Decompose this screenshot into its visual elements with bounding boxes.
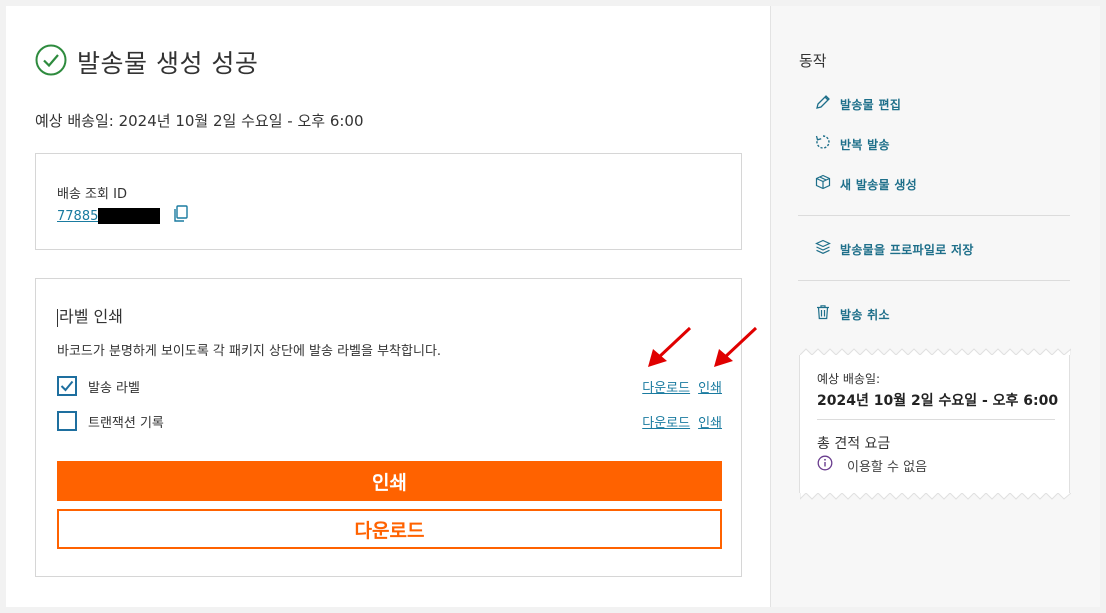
actions-sidebar: 동작 발송물 편집 반복 발송 새 발송물 생성 발송물을 프로파일로 저장 발… bbox=[771, 6, 1100, 607]
shipping-label-checkbox[interactable] bbox=[57, 376, 77, 396]
redacted-block bbox=[98, 208, 161, 224]
download-link[interactable]: 다운로드 bbox=[642, 412, 690, 431]
sidebar-title: 동작 bbox=[799, 52, 827, 70]
action-label: 발송물을 프로파일로 저장 bbox=[840, 242, 974, 257]
summary-eta-label: 예상 배송일: bbox=[817, 372, 881, 386]
receipt-edge-bottom bbox=[800, 493, 1071, 500]
action-label: 발송 취소 bbox=[840, 307, 890, 322]
doc-name: 발송 라벨 bbox=[88, 380, 140, 396]
divider bbox=[798, 215, 1070, 216]
tracking-label: 배송 조회 ID bbox=[57, 183, 127, 202]
summary-unavailable: 이용할 수 없음 bbox=[817, 455, 927, 475]
unavailable-text: 이용할 수 없음 bbox=[847, 459, 928, 475]
text-caret bbox=[57, 308, 58, 327]
annotation-arrow-icon bbox=[648, 326, 692, 367]
print-link[interactable]: 인쇄 bbox=[698, 377, 722, 396]
print-button[interactable]: 인쇄 bbox=[57, 461, 722, 501]
estimated-delivery: 예상 배송일: 2024년 10월 2일 수요일 - 오후 6:00 bbox=[35, 112, 364, 130]
tracking-row: 77885 bbox=[57, 205, 189, 227]
box-icon bbox=[815, 174, 831, 194]
repeat-shipment-action[interactable]: 반복 발송 bbox=[815, 134, 890, 154]
summary-eta-value: 2024년 10월 2일 수요일 - 오후 6:00 bbox=[817, 393, 1059, 409]
trash-icon bbox=[815, 304, 831, 324]
action-label: 새 발송물 생성 bbox=[840, 177, 917, 192]
divider bbox=[798, 280, 1070, 281]
doc-name: 트랜잭션 기록 bbox=[88, 415, 164, 431]
action-label: 발송물 편집 bbox=[840, 97, 902, 112]
info-icon bbox=[817, 455, 833, 475]
doc-links: 다운로드 인쇄 bbox=[642, 377, 722, 396]
success-header: 발송물 생성 성공 bbox=[35, 44, 258, 80]
print-label-card: 라벨 인쇄 바코드가 분명하게 보이도록 각 패키지 상단에 발송 라벨을 부착… bbox=[35, 278, 742, 577]
label-description: 바코드가 분명하게 보이도록 각 패키지 상단에 발송 라벨을 부착합니다. bbox=[57, 344, 442, 359]
label-section-title-text: 라벨 인쇄 bbox=[59, 307, 123, 326]
doc-links: 다운로드 인쇄 bbox=[642, 412, 722, 431]
summary-total-label: 총 견적 요금 bbox=[817, 436, 891, 452]
annotation-arrow-icon bbox=[714, 326, 758, 367]
tracking-card: 배송 조회 ID 77885 bbox=[35, 153, 742, 250]
copy-icon[interactable] bbox=[172, 205, 189, 227]
label-section-title: 라벨 인쇄 bbox=[57, 303, 123, 327]
layers-icon bbox=[815, 239, 831, 259]
tracking-label-text: 배송 조회 ID bbox=[57, 187, 127, 202]
divider bbox=[817, 419, 1055, 420]
repeat-icon bbox=[815, 134, 831, 154]
transaction-record-checkbox[interactable] bbox=[57, 411, 77, 431]
new-shipment-action[interactable]: 새 발송물 생성 bbox=[815, 174, 917, 194]
save-profile-action[interactable]: 발송물을 프로파일로 저장 bbox=[815, 239, 974, 259]
download-button[interactable]: 다운로드 bbox=[57, 509, 722, 549]
shipment-summary-receipt: 예상 배송일: 2024년 10월 2일 수요일 - 오후 6:00 총 견적 … bbox=[799, 348, 1071, 500]
action-label: 반복 발송 bbox=[840, 137, 890, 152]
page-title: 발송물 생성 성공 bbox=[77, 49, 259, 78]
cancel-shipment-action[interactable]: 발송 취소 bbox=[815, 304, 890, 324]
doc-row-shipping-label: 발송 라벨 다운로드 인쇄 bbox=[57, 375, 722, 397]
receipt-edge-top bbox=[800, 348, 1071, 355]
check-circle-icon bbox=[35, 44, 67, 80]
download-link[interactable]: 다운로드 bbox=[642, 377, 690, 396]
pencil-icon bbox=[815, 94, 831, 114]
tracking-id-link[interactable]: 77885 bbox=[57, 209, 98, 224]
edit-shipment-action[interactable]: 발송물 편집 bbox=[815, 94, 901, 114]
print-link[interactable]: 인쇄 bbox=[698, 412, 722, 431]
doc-row-transaction-record: 트랜잭션 기록 다운로드 인쇄 bbox=[57, 410, 722, 432]
main-panel: 발송물 생성 성공 예상 배송일: 2024년 10월 2일 수요일 - 오후 … bbox=[6, 6, 771, 607]
